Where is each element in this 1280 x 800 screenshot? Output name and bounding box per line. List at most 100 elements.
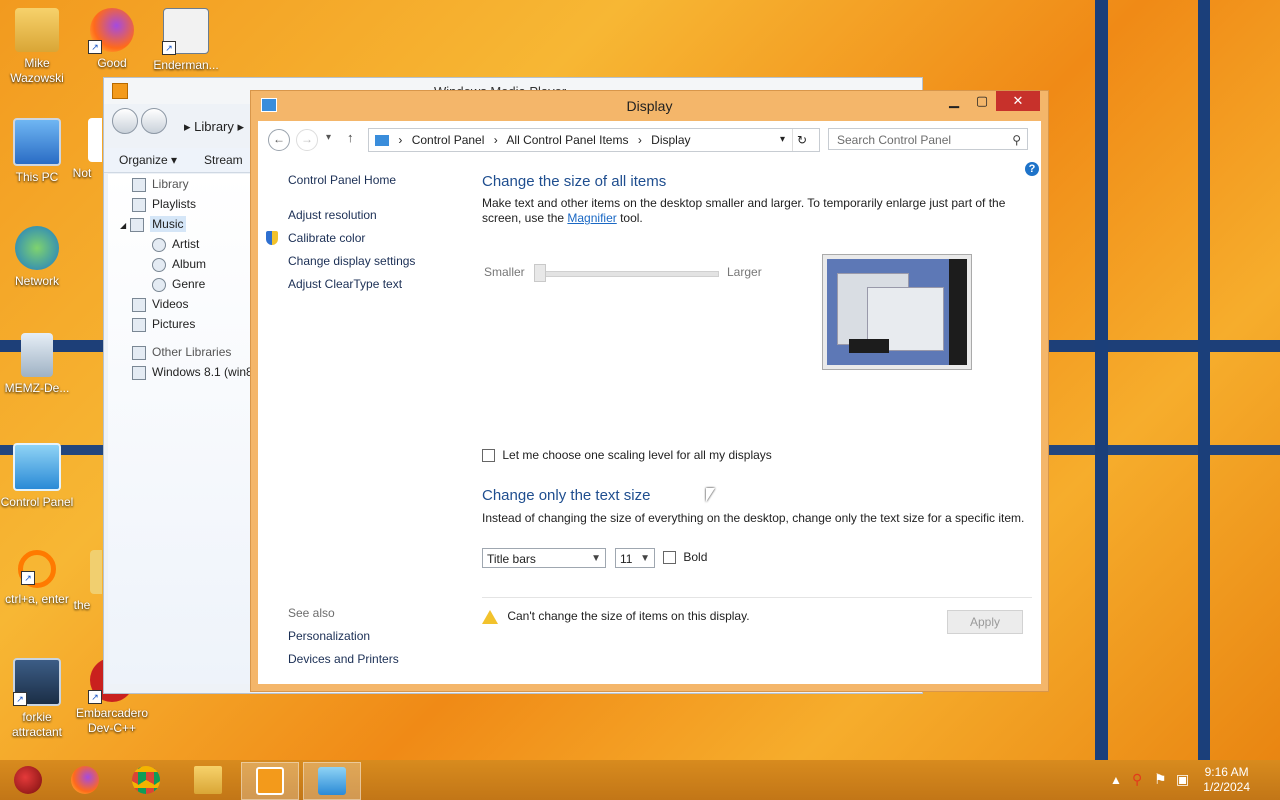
scale-slider-thumb[interactable] [534,264,546,282]
chevron-down-icon: ▼ [591,553,601,564]
sidebar-control-panel-home[interactable]: Control Panel Home [288,173,415,187]
taskbar-file-explorer[interactable] [180,762,236,798]
maximize-button[interactable]: ▢ [968,91,996,111]
recent-dropdown-icon[interactable]: ▾ [326,132,331,143]
navigation-bar: ← → ▾ ↑ › Control Panel › All Control Pa… [258,121,1041,159]
address-bar[interactable]: › Control Panel › All Control Panel Item… [368,128,820,152]
tree-item-pictures[interactable]: Pictures [108,314,252,334]
tree-item-windows-81[interactable]: Windows 8.1 (win8 [108,362,252,382]
warning-icon [482,609,498,624]
scale-slider-track[interactable] [537,271,719,277]
taskbar-start-ornament[interactable] [0,762,56,798]
tree-item-album[interactable]: Album [108,254,252,274]
refresh-icon[interactable]: ↻ [791,129,807,151]
back-button[interactable]: ← [268,129,290,151]
desktop-icon-good[interactable]: ↗ Good [72,8,152,71]
desktop-icon-network[interactable]: Network [0,226,77,289]
network-tray-icon[interactable]: ▣ [1176,771,1189,788]
control-panel-icon [13,443,61,491]
organize-menu[interactable]: Organize ▾ [119,153,177,167]
magnifier-link[interactable]: Magnifier [567,211,616,225]
tree-item-library[interactable]: Library [108,174,252,194]
search-icon[interactable]: ⚲ [1012,129,1021,151]
artist-icon [152,237,166,252]
firefox-icon [71,766,99,794]
forward-circle-button[interactable] [141,108,168,134]
text-item-select[interactable]: Title bars ▼ [482,548,606,568]
bold-checkbox[interactable] [663,551,676,565]
sidebar-personalization[interactable]: Personalization [288,629,370,643]
library-share-icon [132,365,146,380]
tree-item-artist[interactable]: Artist [108,234,252,254]
tree-item-playlists[interactable]: Playlists [108,194,252,214]
sidebar-calibrate-color[interactable]: Calibrate color [288,231,415,245]
chrome-icon [132,766,160,794]
font-size-select[interactable]: 11 ▼ [615,548,655,568]
slider-smaller-label: Smaller [484,265,525,279]
minimize-button[interactable]: ▁ [940,91,968,111]
tray-overflow-icon[interactable]: ▲ [1110,773,1122,787]
display-titlebar[interactable]: Display ▁ ▢ ✕ [251,91,1048,119]
media-player-toolbar: Organize ▾ Stream [104,148,252,173]
section-heading-text-size: Change only the text size [482,487,651,504]
system-clock[interactable]: 9:16 AM 1/2/2024 [1203,765,1250,795]
sidebar-devices-printers[interactable]: Devices and Printers [288,652,399,666]
computer-icon [13,118,61,166]
desktop-icon-enderman[interactable]: ↗ Enderman... [146,8,226,73]
address-separator-icon: › [637,133,642,147]
taskbar-firefox[interactable] [57,762,113,798]
taskbar-control-panel[interactable] [303,762,361,800]
file-explorer-icon [194,766,222,794]
forward-button[interactable]: → [296,129,318,151]
playlist-icon [132,197,146,212]
sidebar-change-display-settings[interactable]: Change display settings [288,254,415,268]
recycle-bin-icon [21,333,53,377]
display-preview-image [822,254,972,370]
video-icon [132,297,146,312]
desktop-icon-the[interactable]: the [62,550,102,613]
back-circle-button[interactable] [112,108,138,134]
shortcut-image-icon: ↗ [162,8,209,55]
breadcrumb-all-items[interactable]: All Control Panel Items [506,133,628,147]
other-libraries-icon [132,345,146,360]
tree-item-other-libraries[interactable]: Other Libraries [108,342,252,362]
address-dropdown-icon[interactable]: ▾ [780,129,785,151]
section-heading-size-all: Change the size of all items [482,173,667,190]
bold-checkbox-row[interactable]: Bold [663,550,707,565]
breadcrumb-control-panel[interactable]: Control Panel [412,133,485,147]
tree-item-music[interactable]: ◢ Music [108,214,252,234]
see-also-label: See also [288,606,335,620]
up-arrow-icon[interactable]: ↑ [347,130,354,145]
sidebar-adjust-cleartype[interactable]: Adjust ClearType text [288,277,415,291]
mouse-cursor-icon [706,488,715,502]
tree-item-genre[interactable]: Genre [108,274,252,294]
scaling-checkbox-row[interactable]: Let me choose one scaling level for all … [482,448,772,463]
desktop-icon-memz[interactable]: MEMZ-De... [0,333,77,396]
desktop-icon-control-panel[interactable]: Control Panel [0,443,77,510]
sidebar-adjust-resolution[interactable]: Adjust resolution [288,208,415,222]
stream-menu[interactable]: Stream [204,153,243,167]
search-input[interactable]: Search Control Panel ⚲ [828,128,1028,150]
divider [482,597,1032,598]
display-client-area: ← → ▾ ↑ › Control Panel › All Control Pa… [258,121,1041,684]
scaling-checkbox[interactable] [482,449,495,463]
apply-button[interactable]: Apply [947,610,1023,634]
library-icon [132,177,146,192]
media-player-crumb[interactable]: ▸ Library ▸ [184,119,244,135]
desktop-icon-forkie[interactable]: ↗ forkie attractant [0,658,77,740]
close-button[interactable]: ✕ [996,91,1040,111]
partial-icon [88,118,102,162]
taskbar-chrome[interactable] [118,762,174,798]
sidebar: Control Panel Home Adjust resolution Cal… [266,173,415,666]
tray-search-icon[interactable]: ⚲ [1132,771,1142,788]
control-panel-icon [318,767,346,795]
system-tray: ▲ ⚲ ⚑ ▣ 9:16 AM 1/2/2024 [1100,760,1280,800]
display-window[interactable]: Display ▁ ▢ ✕ ← → ▾ ↑ › Control Panel › … [250,90,1049,692]
breadcrumb-display[interactable]: Display [651,133,690,147]
taskbar-media-player[interactable] [241,762,299,800]
desktop-icon-mike[interactable]: Mike Wazowski [0,8,77,86]
action-center-flag-icon[interactable]: ⚑ [1154,771,1167,788]
tree-item-videos[interactable]: Videos [108,294,252,314]
desktop-icon-not[interactable]: Not [62,118,102,181]
address-separator-icon: › [493,133,498,147]
